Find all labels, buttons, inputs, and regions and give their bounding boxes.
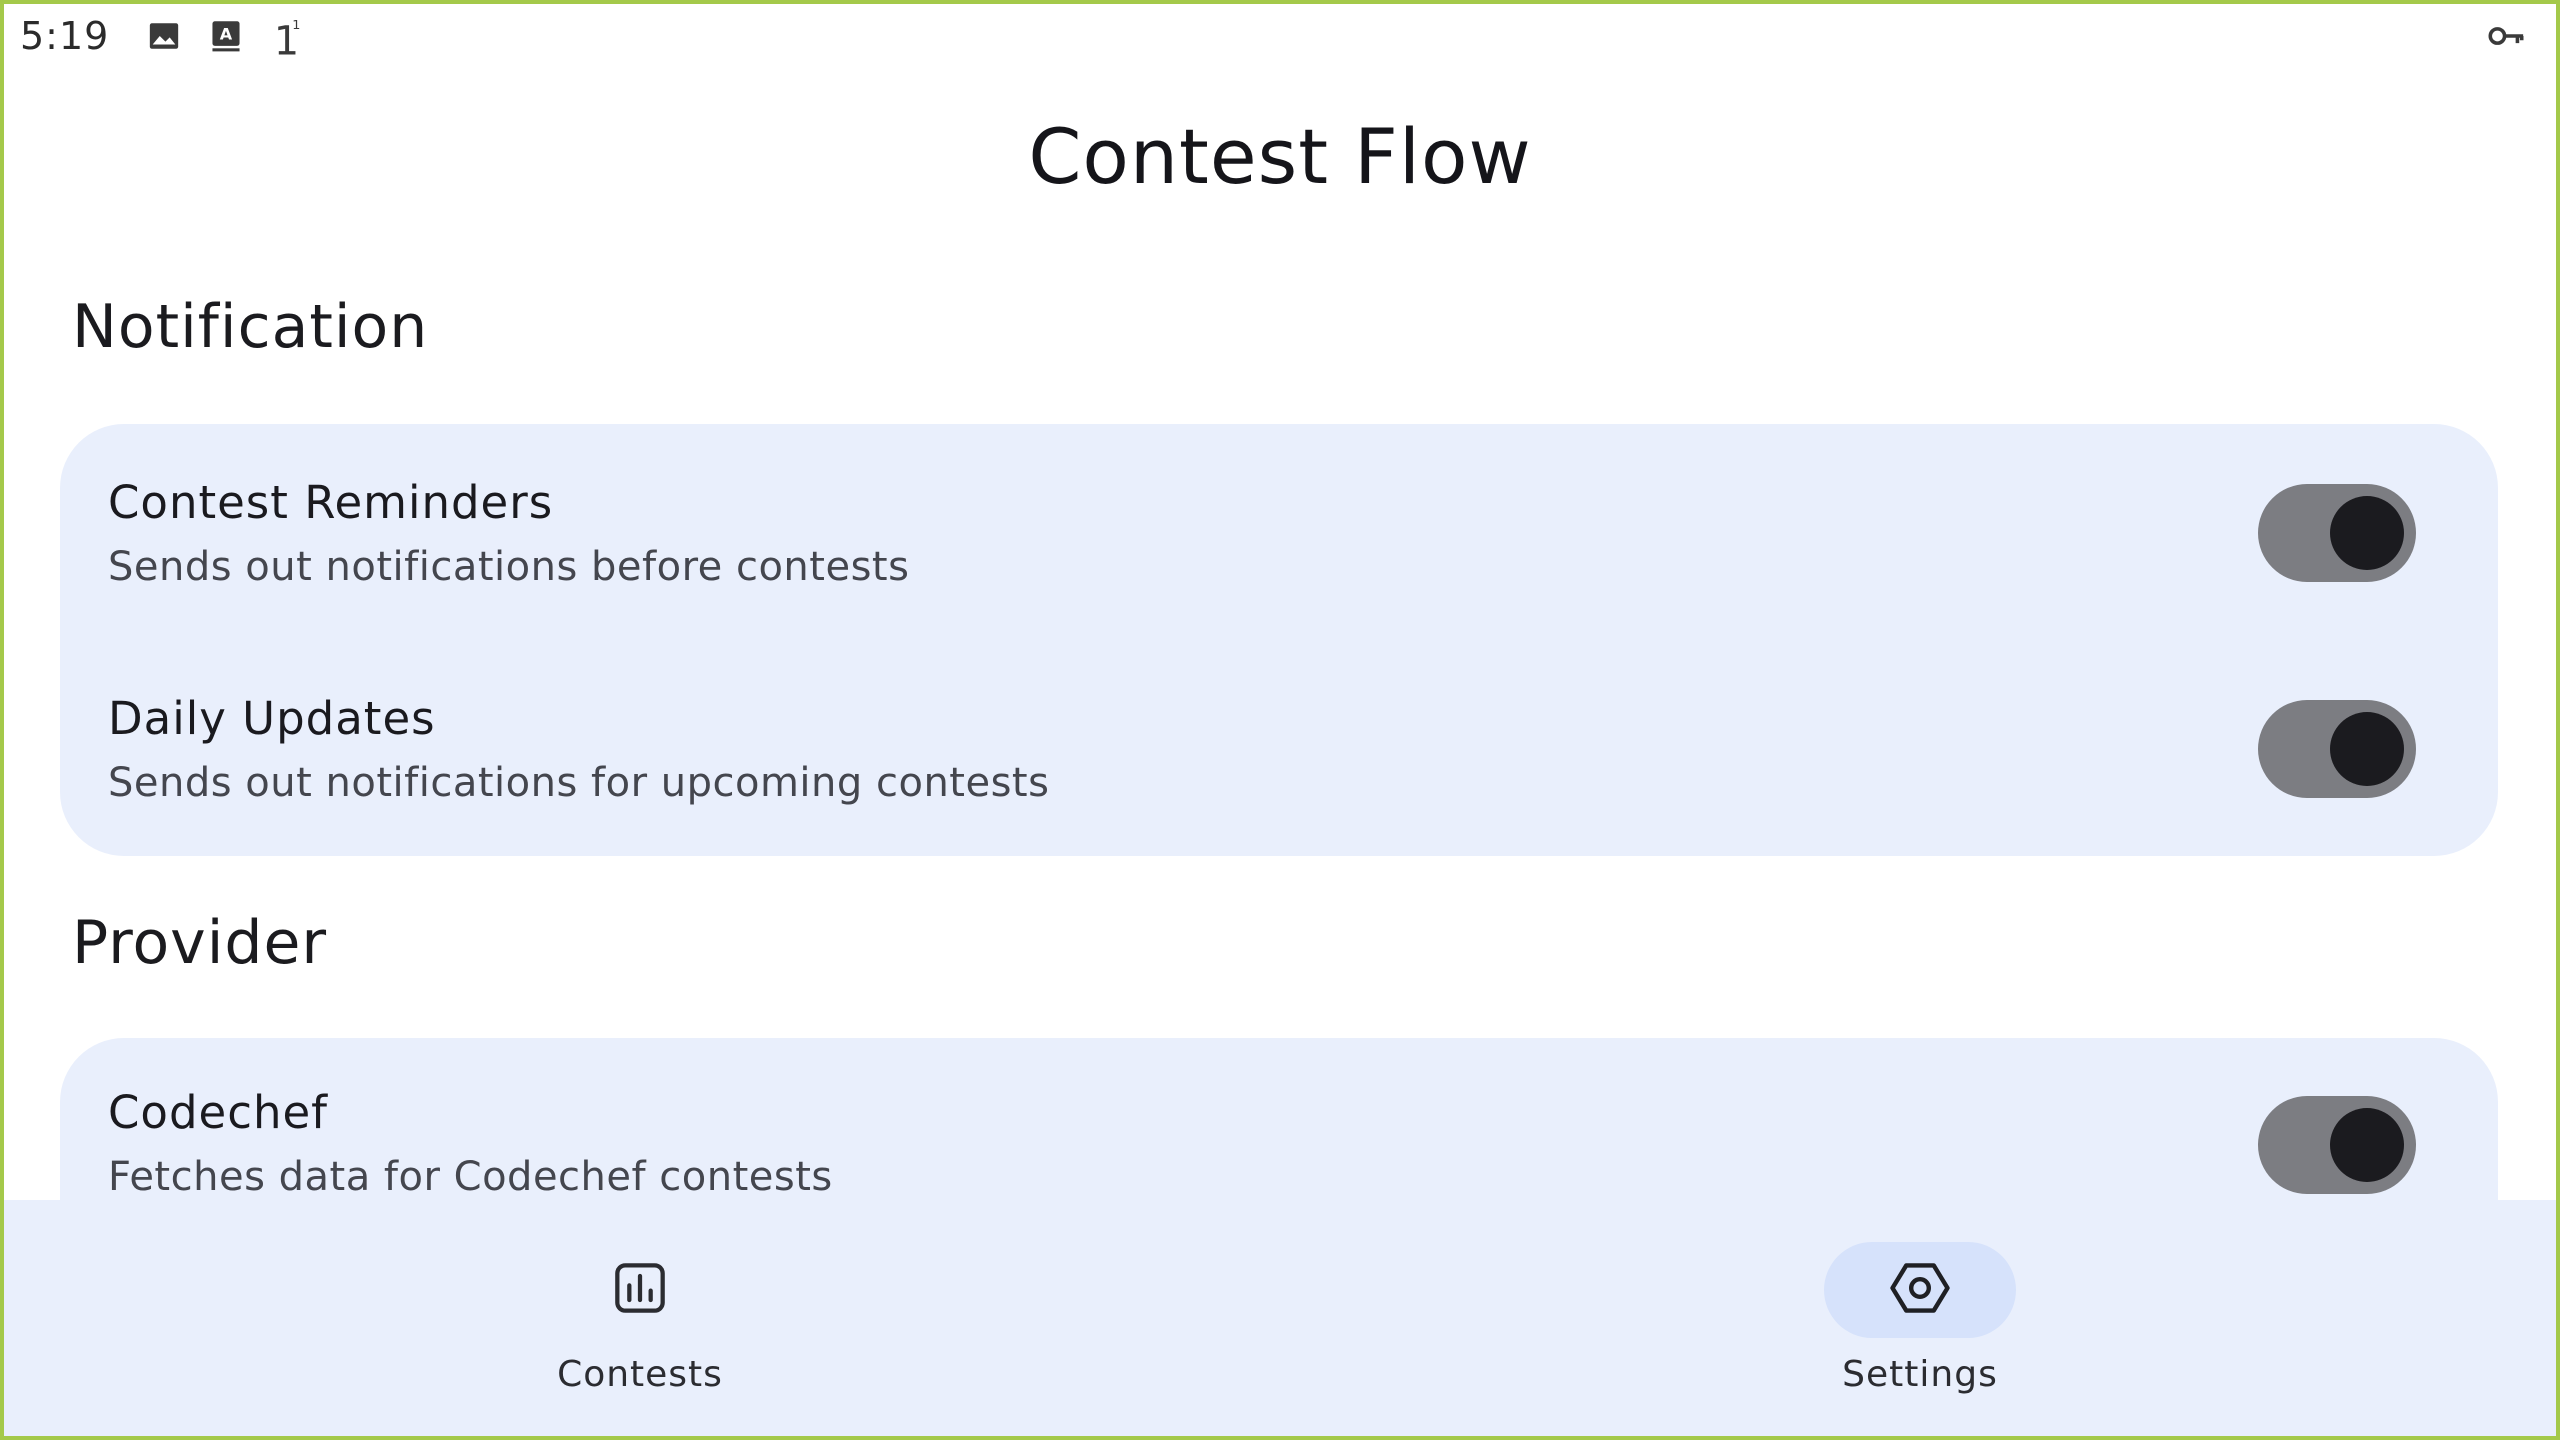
setting-row-daily-updates[interactable]: Daily Updates Sends out notifications fo…	[60, 692, 2498, 852]
vpn-key-icon	[2486, 18, 2526, 58]
svg-text:A: A	[220, 25, 233, 44]
setting-title: Contest Reminders	[108, 476, 554, 529]
image-icon	[147, 19, 181, 53]
section-title-notification: Notification	[72, 292, 429, 362]
nav-item-contests[interactable]: Contests	[490, 1242, 790, 1422]
setting-title: Codechef	[108, 1086, 328, 1139]
bar-chart-icon	[608, 1256, 672, 1324]
notification-settings-card: Contest Reminders Sends out notification…	[60, 424, 2498, 856]
contest-reminders-toggle[interactable]	[2258, 484, 2416, 582]
nav-item-settings[interactable]: Settings	[1770, 1242, 2070, 1422]
nav-label: Settings	[1842, 1354, 1998, 1395]
setting-description: Fetches data for Codechef contests	[108, 1154, 833, 1200]
nav-pill	[544, 1242, 736, 1338]
svg-text:1: 1	[293, 18, 301, 33]
bottom-navigation-bar: Contests Settings	[0, 1200, 2560, 1440]
section-title-provider: Provider	[72, 908, 328, 978]
setting-row-contest-reminders[interactable]: Contest Reminders Sends out notification…	[60, 476, 2498, 636]
setting-title: Daily Updates	[108, 692, 436, 745]
one-notification-icon: 1 1	[271, 14, 305, 58]
toggle-thumb	[2330, 496, 2404, 570]
status-bar: 5:19 A 1 1	[0, 0, 2560, 72]
nav-label: Contests	[557, 1354, 723, 1395]
setting-description: Sends out notifications for upcoming con…	[108, 760, 1050, 806]
toggle-thumb	[2330, 712, 2404, 786]
status-time: 5:19	[20, 14, 110, 58]
daily-updates-toggle[interactable]	[2258, 700, 2416, 798]
setting-description: Sends out notifications before contests	[108, 544, 910, 590]
toggle-thumb	[2330, 1108, 2404, 1182]
keyboard-a-icon: A	[211, 20, 241, 52]
app-title: Contest Flow	[1028, 112, 1532, 201]
codechef-toggle[interactable]	[2258, 1096, 2416, 1194]
settings-hexagon-icon	[1887, 1255, 1953, 1325]
nav-pill-active	[1824, 1242, 2016, 1338]
